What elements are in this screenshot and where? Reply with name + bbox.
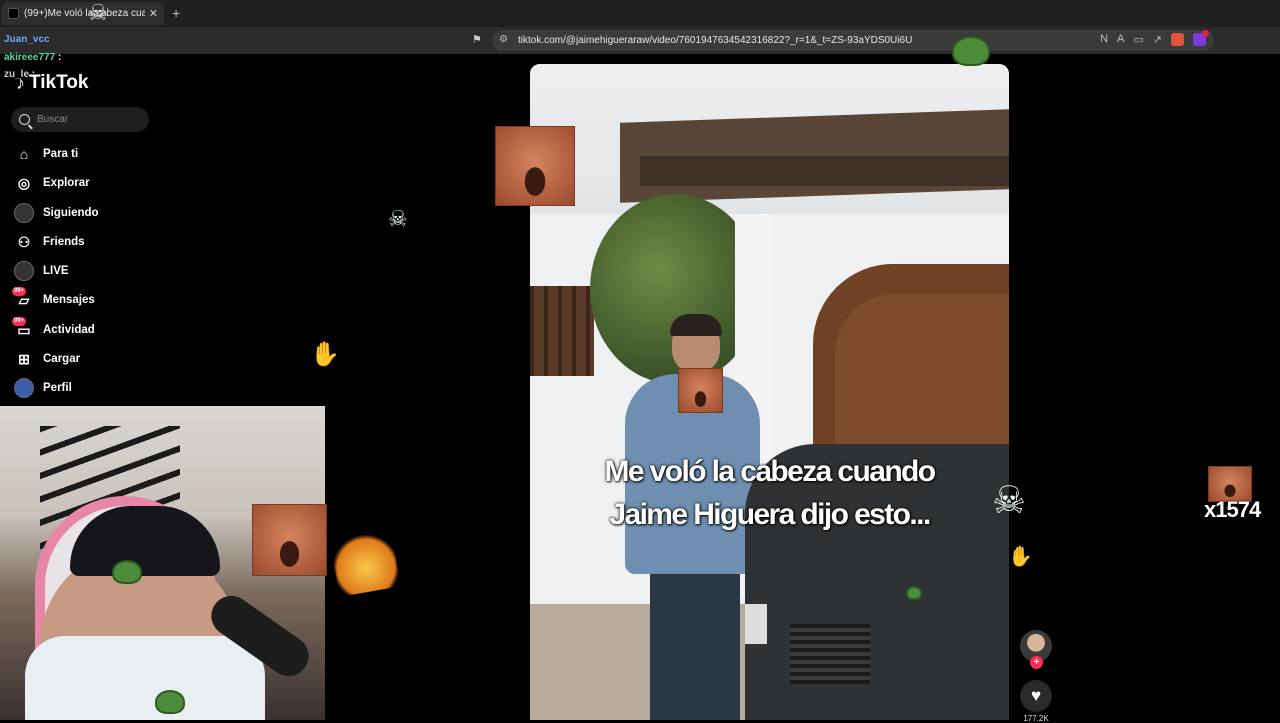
chat-message: akireee777 :: [4, 52, 62, 63]
messages-badge: 99+: [12, 287, 27, 296]
following-avatar-icon: [14, 203, 34, 223]
pepe-emote-icon: [155, 690, 185, 714]
pepe-emote-icon: [952, 36, 990, 66]
tiktok-logo[interactable]: ♪ TikTok: [16, 72, 88, 94]
nav-item-siguiendo[interactable]: Siguiendo: [14, 201, 154, 225]
tiktok-note-icon: ♪: [16, 72, 25, 93]
video-roof-beam-lower: [640, 156, 1009, 186]
chat-username: Juan_vcc: [4, 34, 50, 45]
laughing-face-emote: [678, 368, 723, 413]
webcam-jacket: [25, 636, 265, 720]
nav-label: Cargar: [43, 353, 81, 365]
messages-icon: ▱ 99+: [12, 287, 30, 308]
skull-emote-icon: ☠: [88, 0, 108, 25]
like-button[interactable]: ♥: [1020, 680, 1052, 712]
nav-item-actividad[interactable]: ▭ 99+ Actividad: [12, 317, 154, 342]
nav-item-friends[interactable]: ⚇ Friends: [14, 230, 154, 254]
translate-icon[interactable]: A: [1117, 33, 1124, 46]
url-text: tiktok.com/@jaimehigueraraw/video/760194…: [518, 35, 913, 46]
laughing-face-emote: [252, 504, 327, 576]
pepe-emote-icon: [112, 560, 142, 584]
bookmark-icon[interactable]: ⚑: [472, 33, 482, 46]
nav-label: Siguiendo: [43, 207, 99, 219]
browser-toolbar: ⚑ ⚙ tiktok.com/@jaimehigueraraw/video/76…: [0, 27, 1280, 54]
friends-icon: ⚇: [17, 233, 31, 250]
nav-label: Perfil: [43, 382, 72, 394]
caption-line-2: Jaime Higuera dijo esto...: [609, 498, 931, 531]
video-man-hair: [670, 314, 722, 336]
activity-icon: ▭ 99+: [12, 317, 31, 338]
laughing-face-emote: [495, 126, 575, 206]
video-window: [530, 286, 594, 376]
nav-label: Actividad: [43, 324, 95, 336]
cast-icon[interactable]: ▭: [1133, 33, 1143, 46]
video-player[interactable]: Me voló la cabeza cuando Jaime Higuera d…: [530, 64, 1009, 720]
video-car-grille: [790, 624, 870, 684]
caption-line-1: Me voló la cabeza cuando: [604, 455, 936, 488]
rewards-icon[interactable]: [1193, 30, 1209, 46]
nav-label: LIVE: [43, 265, 69, 277]
toolbar-icons: N A ▭ ↗: [1100, 30, 1209, 46]
reader-icon[interactable]: N: [1100, 33, 1108, 46]
nav-item-cargar[interactable]: ⊞ Cargar: [14, 347, 154, 371]
compass-icon: ◎: [17, 174, 31, 191]
heart-icon: ♥: [1030, 686, 1042, 705]
profile-avatar-icon: [14, 378, 34, 398]
nav-item-perfil[interactable]: Perfil: [14, 376, 154, 400]
close-tab-icon[interactable]: ✕: [149, 7, 158, 20]
nav-item-mensajes[interactable]: ▱ 99+ Mensajes: [12, 287, 154, 312]
nav-item-para-ti[interactable]: ⌂ Para ti: [14, 142, 154, 166]
pepe-emote-icon: [906, 586, 922, 600]
chat-username: akireee777: [4, 52, 56, 63]
search-icon: [19, 114, 30, 125]
nav-item-live[interactable]: LIVE: [14, 259, 154, 283]
browser-tab[interactable]: (99+)Me voló la cabeza cuando ✕: [2, 2, 164, 25]
search-placeholder: Buscar: [37, 114, 69, 125]
nav-item-explorar[interactable]: ◎ Explorar: [14, 171, 154, 195]
nav-label: Explorar: [43, 177, 90, 189]
live-icon: [14, 261, 34, 281]
video-car-plate: [745, 604, 767, 644]
share-icon[interactable]: ↗: [1153, 33, 1162, 46]
browser-tabstrip: (99+)Me voló la cabeza cuando ✕ +: [0, 0, 1280, 27]
logo-text: TikTok: [29, 72, 89, 93]
activity-badge: 99+: [12, 317, 27, 326]
site-info-icon[interactable]: ⚙: [499, 34, 508, 45]
nav-label: Para ti: [43, 148, 79, 160]
skull-emote-icon: ☠: [388, 206, 408, 231]
home-icon: ⌂: [19, 146, 29, 162]
video-caption: Me voló la cabeza cuando Jaime Higuera d…: [530, 450, 1009, 536]
like-count: 177.2K: [1023, 714, 1049, 723]
search-input[interactable]: Buscar: [11, 107, 149, 132]
tab-title: (99+)Me voló la cabeza cuando: [24, 8, 145, 19]
tiktok-favicon-icon: [8, 8, 19, 19]
praying-hands-emote-icon: ✋: [310, 341, 340, 368]
notification-dot: [1202, 30, 1209, 37]
chat-message: Juan_vcc: [4, 34, 50, 45]
nav-label: Mensajes: [43, 294, 95, 306]
follow-button[interactable]: +: [1030, 656, 1043, 669]
skull-emote-icon: ☠: [992, 480, 1027, 522]
nav-label: Friends: [43, 236, 85, 248]
new-tab-button[interactable]: +: [172, 5, 180, 21]
praying-hands-emote-icon: ✋: [1008, 546, 1033, 568]
emote-combo-counter: x1574: [1204, 497, 1261, 522]
brave-shields-icon[interactable]: [1171, 33, 1184, 46]
this-is-fine-dog-emote: [329, 527, 401, 597]
upload-icon: ⊞: [18, 350, 30, 367]
